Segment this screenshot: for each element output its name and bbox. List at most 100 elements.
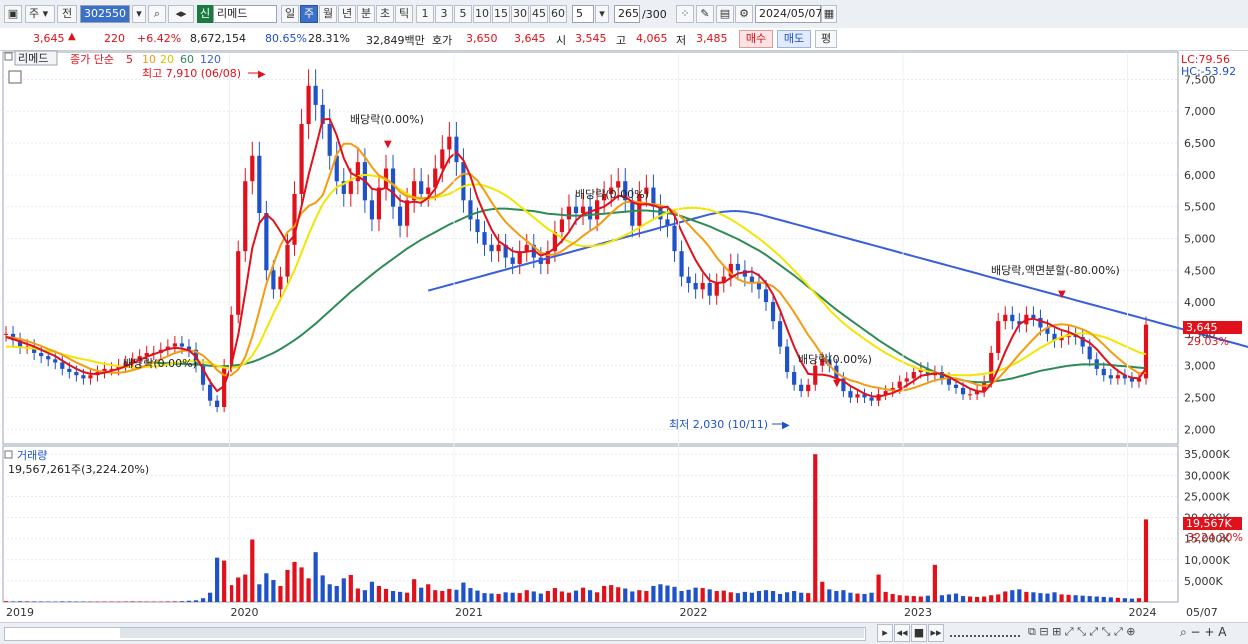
interval-dropdown-icon[interactable]: ▾	[595, 5, 609, 23]
volume-toggle-icon[interactable]	[4, 450, 13, 459]
volume-bar	[412, 579, 417, 602]
interval-tab[interactable]: 15	[492, 5, 510, 23]
panel-toggle-icon[interactable]	[4, 52, 13, 61]
prev-button[interactable]: 전	[57, 5, 77, 23]
volume-bar	[95, 601, 100, 603]
volume-bar	[1122, 598, 1127, 602]
candle-body	[67, 368, 72, 373]
volume-bar	[172, 601, 177, 602]
volume-bar	[1087, 596, 1092, 602]
volume-bar	[1017, 589, 1022, 602]
interval-tab[interactable]: 45	[530, 5, 548, 23]
interval-tab[interactable]: 1	[416, 5, 434, 23]
stock-name-field[interactable]: 리메드	[213, 5, 277, 23]
view-tools-icon[interactable]: ⧉ ⊟ ⊞ ⤢ ⤡ ⤢ ⤡ ⤢ ⊕	[1028, 625, 1135, 639]
volume-bar	[179, 601, 185, 602]
volume-bar	[362, 590, 367, 602]
volume-bar	[39, 601, 44, 602]
volume-bar	[503, 592, 508, 602]
interval-tab[interactable]: 10	[473, 5, 491, 23]
volume-bar	[658, 584, 663, 602]
bar-count-input[interactable]: 265	[614, 5, 640, 23]
period-tab[interactable]: 주	[300, 5, 318, 23]
volume-bar	[243, 574, 248, 602]
volume-bar	[918, 596, 923, 602]
open-price: 3,545	[575, 32, 607, 45]
interval-tab[interactable]: 30	[511, 5, 529, 23]
volume-bar	[299, 567, 304, 602]
layout-icon[interactable]: ▣	[4, 5, 22, 23]
search-icon[interactable]: ⌕	[148, 5, 166, 23]
volume-bar	[777, 593, 783, 602]
candle-body	[967, 394, 973, 396]
settings-icon[interactable]: ⚙	[735, 5, 753, 23]
period-tab[interactable]: 초	[376, 5, 394, 23]
chart-menu-icon[interactable]	[8, 70, 22, 84]
turnover-pct: 28.31%	[308, 32, 350, 45]
volume-bar	[552, 588, 557, 602]
volume-summary: 19,567,261주(3,224.20%)	[8, 463, 149, 476]
scroll-thumb[interactable]	[120, 628, 864, 638]
volume-tick-label: 35,000K	[1184, 448, 1230, 461]
indicator-icon[interactable]: ⁘	[676, 5, 694, 23]
volume-bar	[1101, 596, 1106, 602]
buy-button[interactable]: 매수	[739, 30, 773, 48]
volume-bar	[67, 601, 72, 602]
rewind-icon[interactable]: ◂◂	[894, 624, 910, 642]
candle-body	[524, 244, 529, 252]
candle-body	[869, 397, 874, 401]
candle-body	[46, 356, 51, 360]
candle-body	[785, 346, 790, 373]
stock-code-input[interactable]: 302550	[80, 5, 130, 23]
interval-tab[interactable]: 5	[454, 5, 472, 23]
ma-legend-120: 120	[200, 53, 221, 66]
period-tab[interactable]: 틱	[395, 5, 413, 23]
prev-next-arrows-icon[interactable]: ◂▸	[168, 5, 194, 23]
interval-tab[interactable]: 3	[435, 5, 453, 23]
save-icon[interactable]: ▤	[716, 5, 734, 23]
current-price-tag-label: 3,645	[1186, 321, 1218, 334]
draw-tool-icon[interactable]: ✎	[696, 5, 714, 23]
sell-button[interactable]: 매도	[777, 30, 811, 48]
volume-bar	[538, 593, 543, 602]
volume-bar	[10, 601, 16, 602]
candle-body	[1038, 317, 1043, 328]
volume-bar	[904, 595, 909, 602]
period-tab[interactable]: 일	[281, 5, 299, 23]
stock-tab-label: 리메드	[18, 52, 48, 65]
volume-bar	[728, 592, 733, 602]
eval-button[interactable]: 평	[815, 30, 837, 48]
candle-body	[946, 378, 952, 385]
period-select[interactable]: 주 ▾	[25, 5, 55, 23]
volume-bar	[1094, 596, 1099, 602]
chart-svg[interactable]: 2,0002,5003,0003,5004,0004,5005,0005,500…	[0, 50, 1248, 622]
volume-bar	[883, 591, 888, 602]
scroll-next-icon[interactable]: ▸	[877, 624, 893, 642]
interval-tab[interactable]: 60	[549, 5, 567, 23]
interval-input[interactable]: 5	[572, 5, 594, 23]
candle-body	[397, 206, 403, 226]
candle-body	[989, 352, 994, 382]
candle-body	[672, 225, 677, 252]
candle-body	[735, 263, 740, 271]
candle-body	[60, 362, 65, 369]
low-label: 저	[676, 34, 687, 47]
date-input[interactable]: 2024/05/07	[755, 5, 822, 23]
volume-bar	[524, 590, 529, 602]
period-tab[interactable]: 분	[357, 5, 375, 23]
fast-forward-icon[interactable]: ▸▸	[928, 624, 944, 642]
volume-bar	[1010, 590, 1015, 602]
volume-bar	[468, 588, 473, 602]
volume-bar	[763, 590, 769, 602]
zoom-controls-icon[interactable]: ⌕ − + A	[1180, 625, 1226, 640]
zoom-slider[interactable]	[950, 629, 1020, 637]
period-tab[interactable]: 년	[338, 5, 356, 23]
volume-bar	[1073, 595, 1078, 602]
price-y-axis: 2,0002,5003,0003,5004,0004,5005,0005,500…	[1184, 73, 1216, 436]
volume-bar	[785, 592, 790, 602]
code-dropdown-icon[interactable]: ▾	[132, 5, 146, 23]
calendar-icon[interactable]: ▦	[821, 5, 837, 23]
volume-bar	[1066, 594, 1071, 602]
stop-icon[interactable]: ■	[911, 624, 927, 642]
period-tab[interactable]: 월	[319, 5, 337, 23]
